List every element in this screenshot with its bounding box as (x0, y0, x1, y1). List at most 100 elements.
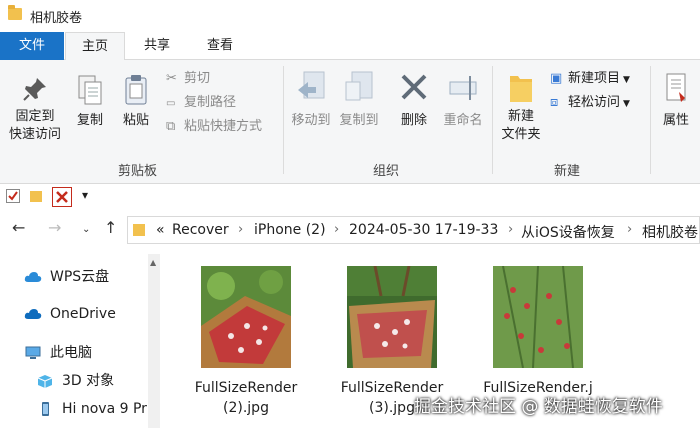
chevron-down-icon: ▼ (623, 99, 630, 109)
cut-label: 剪切 (184, 71, 211, 86)
forward-arrow-icon[interactable]: → (48, 218, 61, 237)
pin-label-1: 固定到 (15, 109, 55, 124)
easy-access-icon: ⧈ (550, 95, 559, 110)
pin-to-quick-access-button[interactable]: 固定到 快速访问 (4, 74, 66, 144)
sidebar-item-label: Hi nova 9 Pr (62, 401, 147, 417)
photo-thumbnail (493, 266, 583, 368)
organize-group-label: 组织 (373, 164, 400, 179)
scissors-icon: ✂ (166, 71, 177, 86)
scroll-up-icon[interactable]: ▲ (150, 258, 156, 267)
easy-access-label: 轻松访问 (568, 95, 621, 110)
new-item-button[interactable]: ▣ 新建项目 ▼ (550, 68, 630, 90)
ribbon-separator (492, 66, 493, 174)
ribbon-separator (650, 66, 651, 174)
copy-to-icon (345, 71, 373, 101)
address-folder-icon (133, 224, 145, 236)
ribbon-tabs: 文件 主页 共享 查看 (0, 32, 700, 61)
delete-button[interactable]: 删除 (394, 68, 434, 130)
tab-home[interactable]: 主页 (65, 32, 125, 61)
photo-thumbnail (347, 266, 437, 368)
clipboard-icon (125, 75, 147, 105)
new-folder-icon (510, 76, 532, 102)
copy-path-button[interactable]: ▭ 复制路径 (166, 92, 236, 114)
properties-label: 属性 (662, 113, 689, 128)
cloud-icon (24, 272, 42, 282)
move-to-icon (298, 71, 325, 99)
address-bar[interactable]: « Recover › iPhone (2) › 2024-05-30 17-1… (127, 216, 700, 244)
properties-check-icon[interactable] (6, 189, 20, 203)
move-to-button[interactable]: 移动到 (288, 68, 334, 130)
quick-access-toolbar: ▾ (0, 184, 700, 210)
sidebar-scrollbar[interactable]: ▲ (148, 254, 160, 428)
new-item-label: 新建项目 (568, 71, 621, 86)
new-folder-label-1: 新建 (507, 109, 534, 124)
new-group-label: 新建 (554, 164, 581, 179)
new-folder-label-2: 文件夹 (501, 127, 541, 142)
onedrive-icon (24, 309, 42, 319)
ribbon: 固定到 快速访问 复制 粘贴 ✂ 剪切 ▭ 复制路径 ⧉ 粘贴快捷方式 剪贴板 (0, 60, 700, 184)
qat-dropdown-icon[interactable]: ▾ (82, 188, 88, 202)
paste-shortcut-icon: ⧉ (166, 119, 176, 134)
navigation-pane: WPS云盘 OneDrive 此电脑 3D 对象 Hi nova 9 Pr (0, 254, 148, 428)
file-name: FullSizeRender (2).jpg (176, 378, 316, 418)
breadcrumb-iphone[interactable]: iPhone (2) (254, 222, 326, 238)
sidebar-item-label: 此电脑 (50, 345, 92, 361)
paste-button[interactable]: 粘贴 (116, 74, 156, 130)
breadcrumb-recover[interactable]: Recover (172, 222, 229, 238)
properties-icon (666, 73, 686, 102)
copy-to-button[interactable]: 复制到 (336, 68, 382, 130)
rename-label: 重命名 (443, 113, 483, 128)
paste-shortcut-label: 粘贴快捷方式 (184, 119, 263, 134)
back-arrow-icon[interactable]: ← (12, 218, 25, 237)
breadcrumb-overflow[interactable]: « (156, 222, 165, 238)
ribbon-separator (283, 66, 284, 174)
delete-small-icon[interactable] (52, 187, 72, 207)
new-folder-small-icon[interactable] (30, 191, 42, 202)
computer-icon (25, 346, 41, 359)
copy-to-label: 复制到 (339, 113, 379, 128)
delete-x-icon (401, 74, 427, 100)
rename-icon (449, 76, 477, 100)
paste-label: 粘贴 (122, 113, 149, 128)
breadcrumb-camera-roll[interactable]: 相机胶卷 (642, 222, 698, 242)
delete-label: 删除 (400, 113, 427, 128)
copy-label: 复制 (76, 113, 103, 128)
copy-path-label: 复制路径 (184, 95, 237, 110)
sidebar-item-label: OneDrive (50, 306, 116, 322)
cut-button[interactable]: ✂ 剪切 (166, 68, 210, 90)
pin-label-2: 快速访问 (8, 127, 61, 142)
3d-objects-icon (37, 375, 53, 388)
folder-icon (8, 5, 22, 20)
copy-icon (78, 75, 102, 105)
tab-share[interactable]: 共享 (128, 32, 186, 60)
tab-view[interactable]: 查看 (190, 32, 250, 60)
pin-icon (23, 78, 46, 101)
move-to-label: 移动到 (291, 113, 331, 128)
new-folder-button[interactable]: 新建 文件夹 (496, 70, 546, 144)
breadcrumb-chevron-icon[interactable]: › (238, 222, 243, 237)
file-name-line: (2).jpg (223, 400, 269, 416)
watermark: 掘金技术社区 @ 数据蛙恢复软件 (414, 397, 663, 417)
easy-access-button[interactable]: ⧈ 轻松访问 ▼ (550, 92, 630, 114)
properties-button[interactable]: 属性 (656, 68, 696, 130)
window-title: 相机胶卷 (30, 11, 83, 26)
chevron-down-icon: ▼ (623, 75, 630, 85)
file-name-line: FullSizeRender (194, 380, 298, 396)
title-bar: 相机胶卷 (0, 0, 700, 32)
copy-button[interactable]: 复制 (70, 74, 110, 130)
breadcrumb-chevron-icon[interactable]: › (334, 222, 339, 237)
copy-path-icon: ▭ (166, 98, 176, 109)
up-arrow-icon[interactable]: ↑ (104, 218, 117, 237)
breadcrumb-chevron-icon[interactable]: › (627, 222, 632, 237)
sidebar-item-label: WPS云盘 (50, 269, 110, 285)
recent-dropdown-icon[interactable]: ⌄ (82, 224, 90, 235)
new-item-icon: ▣ (550, 71, 563, 86)
breadcrumb-ios-recovery[interactable]: 从iOS设备恢复 (521, 222, 615, 242)
rename-button[interactable]: 重命名 (440, 68, 486, 130)
breadcrumb-date[interactable]: 2024-05-30 17-19-33 (349, 222, 498, 238)
clipboard-group-label: 剪贴板 (118, 164, 158, 179)
phone-icon (42, 402, 49, 416)
breadcrumb-chevron-icon[interactable]: › (508, 222, 513, 237)
paste-shortcut-button[interactable]: ⧉ 粘贴快捷方式 (166, 116, 262, 138)
tab-file[interactable]: 文件 (0, 32, 64, 60)
